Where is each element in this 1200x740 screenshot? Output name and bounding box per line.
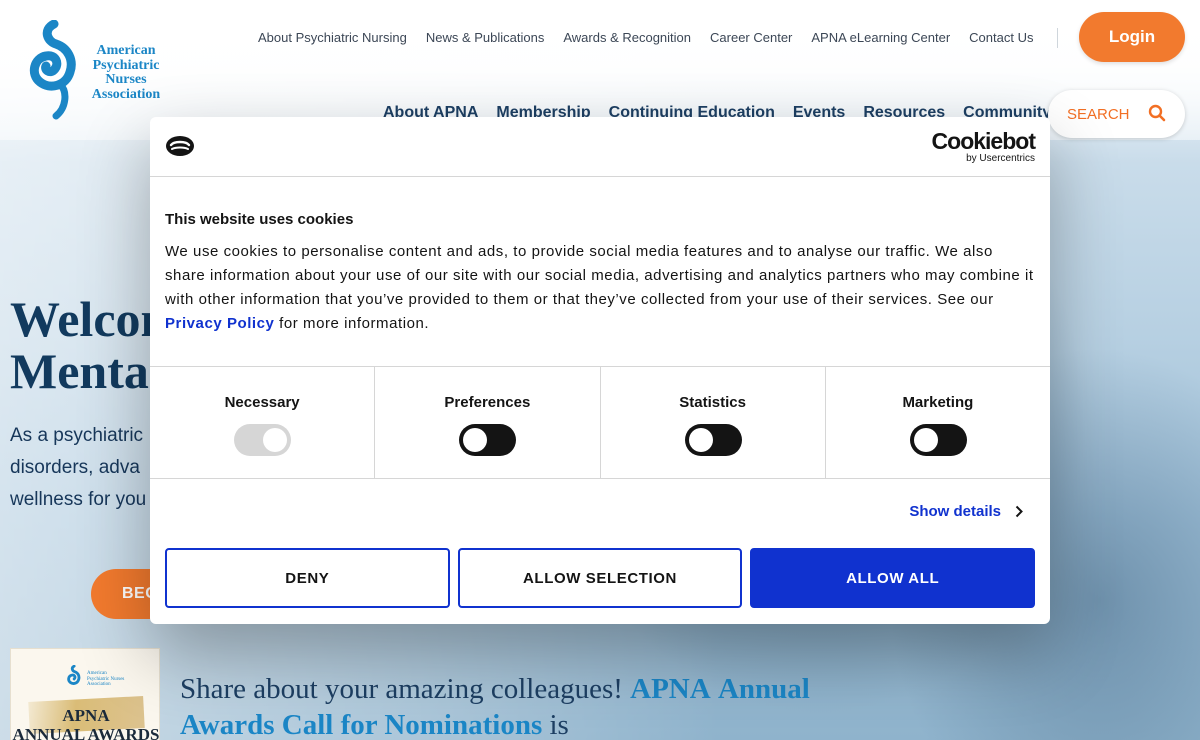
necessary-toggle — [234, 424, 292, 456]
util-nav-news-publications[interactable]: News & Publications — [426, 30, 545, 45]
util-nav-awards-recognition[interactable]: Awards & Recognition — [563, 30, 691, 45]
util-nav-elearning-center[interactable]: APNA eLearning Center — [811, 30, 950, 45]
toggle-label-marketing: Marketing — [902, 394, 974, 411]
toggle-label-necessary: Necessary — [224, 394, 300, 411]
cookie-dialog-text: We use cookies to personalise content an… — [165, 243, 1034, 332]
deny-button[interactable]: DENY — [165, 548, 450, 608]
toggle-label-statistics: Statistics — [679, 394, 746, 411]
util-nav-contact-us[interactable]: Contact Us — [969, 30, 1033, 45]
logo-wordmark: American Psychiatric Nurses Association — [91, 43, 161, 102]
util-nav-career-center[interactable]: Career Center — [710, 30, 792, 45]
cookiebot-icon — [166, 136, 194, 156]
cookiebot-logo[interactable]: Cookiebot by Usercentrics — [932, 129, 1036, 164]
chevron-right-icon — [1015, 505, 1023, 518]
cookie-dialog-header: Cookiebot by Usercentrics — [150, 117, 1050, 177]
award-card-title: APNA ANNUAL AWARDS — [12, 706, 160, 740]
marketing-toggle[interactable] — [909, 424, 967, 456]
apna-swirl-icon — [29, 20, 76, 120]
toggle-label-preferences: Preferences — [444, 394, 531, 411]
cookie-dialog-title: This website uses cookies — [165, 211, 354, 228]
login-button[interactable]: Login — [1079, 12, 1185, 62]
awards-link-apna[interactable]: APNA — [630, 673, 711, 705]
utility-nav: About Psychiatric Nursing News & Publica… — [258, 30, 1033, 45]
statistics-toggle[interactable] — [684, 424, 742, 456]
search-button[interactable]: SEARCH — [1048, 90, 1185, 138]
show-details-label: Show details — [909, 503, 1001, 520]
toggle-cell-statistics: Statistics — [601, 367, 826, 478]
toggle-cell-preferences: Preferences — [375, 367, 601, 478]
show-details-link[interactable]: Show details — [909, 503, 1023, 520]
award-card-org: American Psychiatric Nurses Association — [87, 671, 125, 687]
awards-announcement: Share about your amazing colleagues! APN… — [180, 673, 810, 740]
toggle-cell-marketing: Marketing — [826, 367, 1050, 478]
search-label: SEARCH — [1067, 105, 1130, 123]
cookie-dialog-buttons: DENY ALLOW SELECTION ALLOW ALL — [165, 548, 1036, 608]
search-icon — [1148, 104, 1166, 122]
nav-divider — [1057, 28, 1058, 48]
cookie-consent-dialog: Cookiebot by Usercentrics This website u… — [150, 117, 1050, 624]
util-nav-about-psychiatric-nursing[interactable]: About Psychiatric Nursing — [258, 30, 407, 45]
cookie-category-toggles: Necessary Preferences Statistics Marketi… — [150, 366, 1050, 479]
preferences-toggle[interactable] — [459, 424, 517, 456]
toggle-cell-necessary: Necessary — [150, 367, 376, 478]
apna-swirl-icon — [67, 665, 81, 685]
privacy-policy-link[interactable]: Privacy Policy — [165, 315, 274, 332]
apna-logo[interactable]: American Psychiatric Nurses Association — [26, 20, 166, 120]
allow-selection-button[interactable]: ALLOW SELECTION — [457, 548, 743, 608]
allow-all-button[interactable]: ALLOW ALL — [750, 548, 1036, 608]
cookie-dialog-body: This website uses cookies We use cookies… — [165, 211, 1035, 336]
annual-awards-thumbnail[interactable]: American Psychiatric Nurses Association … — [10, 648, 160, 740]
